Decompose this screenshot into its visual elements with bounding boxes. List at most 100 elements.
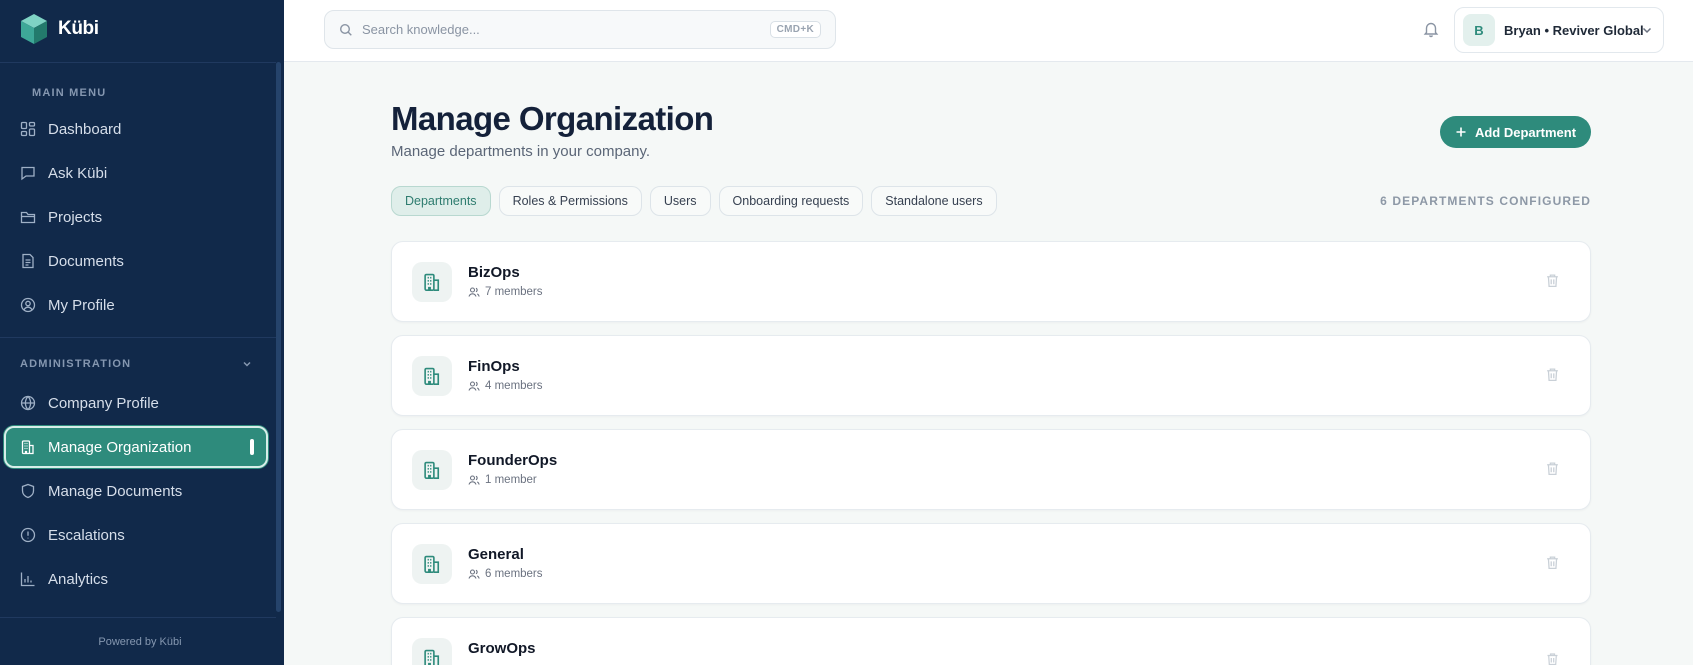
add-department-label: Add Department [1474, 124, 1577, 140]
sidebar-item-label: Analytics [48, 570, 109, 588]
sidebar: Kübi MAIN MENU Dashboard Ask Kübi Projec… [0, 0, 284, 665]
search-bar[interactable]: Search knowledge... CMD+K [324, 10, 836, 49]
brand[interactable]: Kübi [20, 12, 99, 46]
sidebar-item-documents[interactable]: Documents [4, 240, 268, 282]
building-icon [424, 367, 440, 385]
delete-icon[interactable] [1545, 273, 1560, 288]
main-menu-label: MAIN MENU [32, 87, 107, 99]
sidebar-item-dashboard[interactable]: Dashboard [4, 108, 268, 150]
sidebar-scrollbar[interactable] [276, 62, 281, 612]
active-indicator [250, 439, 254, 455]
department-icon [412, 638, 452, 665]
search-icon [339, 23, 352, 36]
departments-count: 6 DEPARTMENTS CONFIGURED [1380, 194, 1591, 208]
department-members: 4 members [468, 380, 543, 392]
users-icon [468, 569, 480, 579]
department-icon [412, 262, 452, 302]
sidebar-item-manage-documents[interactable]: Manage Documents [4, 470, 268, 512]
chevron-down-icon[interactable] [240, 357, 254, 371]
administration-label: ADMINISTRATION [20, 358, 132, 370]
department-card[interactable]: FinOps 4 members [391, 335, 1591, 416]
sidebar-item-label: Projects [48, 208, 103, 226]
building-icon [424, 649, 440, 665]
department-icon [412, 450, 452, 490]
delete-icon[interactable] [1545, 555, 1560, 570]
department-name: GrowOps [468, 640, 536, 657]
sidebar-item-manage-organization[interactable]: Manage Organization [4, 426, 268, 468]
sidebar-item-label: Company Profile [48, 394, 159, 412]
user-circle-icon [20, 297, 36, 313]
search-input[interactable]: Search knowledge... [362, 22, 761, 37]
building-icon [424, 461, 440, 479]
department-members: 6 members [468, 568, 543, 580]
sidebar-item-label: Documents [48, 252, 124, 270]
building-icon [424, 273, 440, 291]
bar-chart-icon [20, 572, 35, 587]
shield-icon [21, 483, 35, 499]
search-shortcut-badge: CMD+K [769, 21, 821, 38]
users-icon [468, 475, 480, 485]
department-name: BizOps [468, 264, 520, 281]
sidebar-item-label: Ask Kübi [48, 164, 108, 182]
tab-users[interactable]: Users [649, 186, 711, 216]
department-name: General [468, 546, 524, 563]
users-icon [468, 381, 480, 391]
sidebar-divider [0, 62, 276, 63]
sidebar-item-escalations[interactable]: Escalations [4, 514, 268, 556]
delete-icon[interactable] [1545, 652, 1560, 665]
member-count: 1 member [485, 474, 537, 486]
avatar: B [1463, 14, 1495, 46]
department-name: FinOps [468, 358, 520, 375]
document-icon [22, 253, 34, 269]
bell-icon[interactable] [1422, 20, 1440, 38]
tab-onboarding-requests[interactable]: Onboarding requests [718, 186, 864, 216]
dashboard-icon [20, 121, 36, 137]
top-bar: Search knowledge... CMD+K B Bryan • Revi… [284, 0, 1693, 62]
users-icon [468, 287, 480, 297]
powered-by: Powered by Kübi [98, 636, 182, 648]
globe-icon [20, 395, 36, 411]
sidebar-item-label: Manage Organization [48, 438, 192, 456]
chevron-down-icon [1642, 27, 1652, 34]
member-count: 4 members [485, 380, 543, 392]
sidebar-item-label: Escalations [48, 526, 125, 544]
add-department-button[interactable]: Add Department [1440, 116, 1591, 148]
department-card[interactable]: FounderOps 1 member [391, 429, 1591, 510]
plus-icon [1456, 127, 1466, 137]
building-icon [21, 440, 34, 455]
department-card[interactable]: GrowOps [391, 617, 1591, 665]
tab-standalone-users[interactable]: Standalone users [871, 186, 997, 216]
user-menu-button[interactable]: B Bryan • Reviver Global [1454, 7, 1664, 53]
sidebar-divider [0, 617, 276, 618]
user-name: Bryan • Reviver Global [1504, 22, 1644, 38]
folder-icon [20, 211, 36, 224]
brand-name: Kübi [58, 18, 99, 39]
alert-circle-icon [20, 527, 36, 543]
department-members: 7 members [468, 286, 543, 298]
delete-icon[interactable] [1545, 461, 1560, 476]
sidebar-item-my-profile[interactable]: My Profile [4, 284, 268, 326]
sidebar-item-projects[interactable]: Projects [4, 196, 268, 238]
delete-icon[interactable] [1545, 367, 1560, 382]
sidebar-item-label: Manage Documents [48, 482, 183, 500]
sidebar-item-label: Dashboard [48, 120, 122, 138]
sidebar-item-ask[interactable]: Ask Kübi [4, 152, 268, 194]
department-icon [412, 356, 452, 396]
member-count: 7 members [485, 286, 543, 298]
department-icon [412, 544, 452, 584]
sidebar-item-analytics[interactable]: Analytics [4, 558, 268, 600]
tab-roles-permissions[interactable]: Roles & Permissions [498, 186, 642, 216]
sidebar-divider [0, 337, 276, 338]
department-card[interactable]: General 6 members [391, 523, 1591, 604]
member-count: 6 members [485, 568, 543, 580]
sidebar-item-label: My Profile [48, 296, 115, 314]
sidebar-item-company-profile[interactable]: Company Profile [4, 382, 268, 424]
department-name: FounderOps [468, 452, 558, 469]
department-card[interactable]: BizOps 7 members [391, 241, 1591, 322]
chat-icon [21, 166, 35, 181]
logo-cube-icon [21, 14, 47, 44]
page-title: Manage Organization [391, 100, 714, 137]
tab-departments[interactable]: Departments [391, 186, 491, 216]
department-members: 1 member [468, 474, 537, 486]
page-subtitle: Manage departments in your company. [391, 143, 651, 160]
